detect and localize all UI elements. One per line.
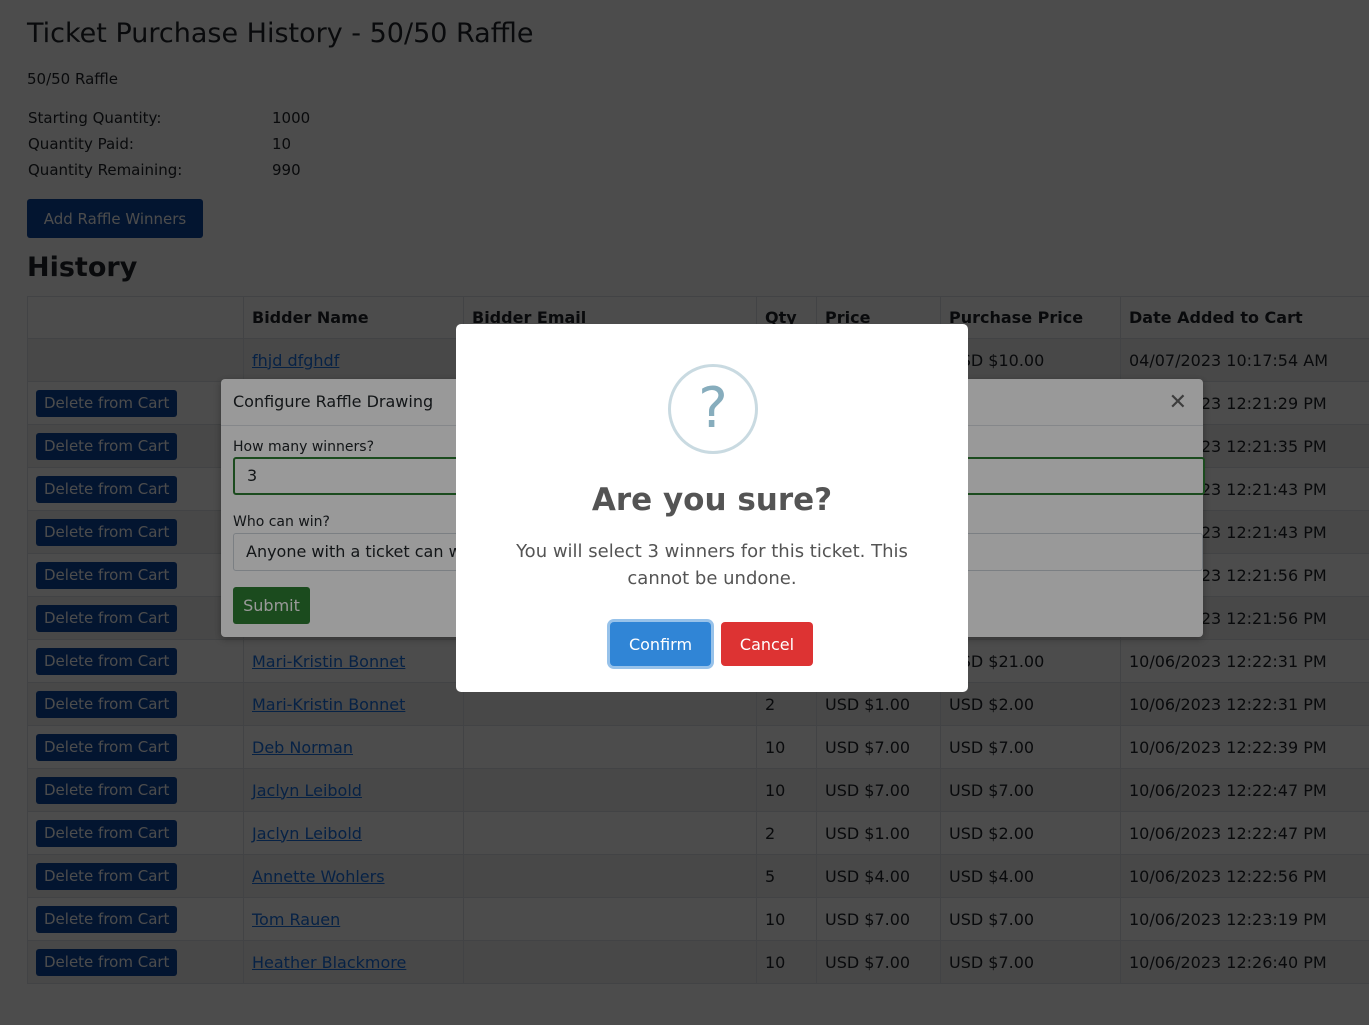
question-icon: ? [668, 364, 758, 454]
cancel-button[interactable]: Cancel [721, 622, 813, 666]
dialog-message: You will select 3 winners for this ticke… [516, 541, 908, 589]
raffle-history-page: Ticket Purchase History - 50/50 Raffle 5… [0, 0, 1369, 1025]
confirm-dialog: ? Are you sure? You will select 3 winner… [456, 324, 968, 692]
dialog-title: Are you sure? [591, 482, 833, 518]
confirm-button[interactable]: Confirm [610, 622, 711, 666]
